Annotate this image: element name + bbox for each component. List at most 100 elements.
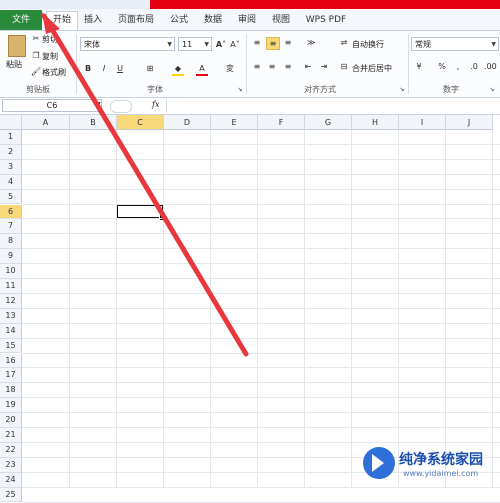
- align-top-icon[interactable]: ≡: [251, 37, 263, 48]
- font-size-select[interactable]: 11 ▼: [178, 37, 212, 51]
- wrap-text-icon[interactable]: ⇌: [338, 37, 350, 48]
- row-header-20[interactable]: 20: [0, 413, 22, 428]
- row-header-19[interactable]: 19: [0, 398, 22, 414]
- underline-button[interactable]: U: [114, 63, 126, 74]
- row-header-9[interactable]: 9: [0, 249, 22, 265]
- paste-button[interactable]: 粘贴: [6, 59, 22, 70]
- formula-tools-icon[interactable]: [110, 100, 132, 113]
- formula-input[interactable]: [166, 99, 499, 112]
- formula-bar: C6 ▼ fx: [0, 98, 500, 115]
- orientation-icon[interactable]: ≫: [305, 37, 317, 48]
- row-header-1[interactable]: 1: [0, 130, 22, 145]
- row-header-13[interactable]: 13: [0, 308, 22, 324]
- row-header-7[interactable]: 7: [0, 219, 22, 235]
- gridline: [22, 367, 500, 369]
- row-header-22[interactable]: 22: [0, 442, 22, 458]
- separator: [246, 34, 247, 94]
- row-header-6[interactable]: 6: [0, 204, 22, 220]
- column-header-e[interactable]: E: [211, 115, 258, 130]
- row-header-25[interactable]: 25: [0, 487, 22, 503]
- row-header-3[interactable]: 3: [0, 159, 22, 175]
- tab-view[interactable]: 视图: [266, 12, 296, 28]
- number-format-value: 常规: [415, 40, 431, 49]
- tab-data[interactable]: 数据: [198, 12, 228, 28]
- column-header-h[interactable]: H: [352, 115, 399, 130]
- row-header-21[interactable]: 21: [0, 428, 22, 443]
- format-painter-button[interactable]: 格式刷: [42, 67, 66, 78]
- align-right-icon[interactable]: ≡: [282, 61, 294, 72]
- tab-page-layout[interactable]: 页面布局: [112, 12, 160, 28]
- row-header-11[interactable]: 11: [0, 279, 22, 294]
- cut-button[interactable]: 剪切: [42, 34, 58, 45]
- column-header-b[interactable]: B: [70, 115, 117, 130]
- tab-review[interactable]: 审阅: [232, 12, 262, 28]
- border-icon[interactable]: ⊞: [144, 63, 156, 74]
- fill-color-icon[interactable]: ◆: [172, 63, 184, 76]
- merge-center-button[interactable]: 合并后居中: [352, 63, 392, 74]
- column-header-a[interactable]: A: [22, 115, 70, 130]
- decrease-indent-icon[interactable]: ⇤: [302, 61, 314, 72]
- copy-button[interactable]: 复制: [42, 51, 58, 62]
- chevron-down-icon: ▼: [204, 41, 209, 48]
- column-header-j[interactable]: J: [446, 115, 493, 130]
- align-middle-icon[interactable]: ≡: [266, 37, 280, 50]
- row-header-4[interactable]: 4: [0, 174, 22, 190]
- increase-decimal-icon[interactable]: .0: [468, 61, 480, 72]
- row-header-14[interactable]: 14: [0, 323, 22, 339]
- gridline: [22, 248, 500, 250]
- bold-button[interactable]: B: [82, 63, 94, 74]
- row-header-15[interactable]: 15: [0, 338, 22, 354]
- increase-indent-icon[interactable]: ⇥: [318, 61, 330, 72]
- active-cell[interactable]: [116, 203, 166, 222]
- column-header-c[interactable]: C: [117, 115, 164, 130]
- dialog-launcher-icon[interactable]: ↘: [486, 84, 498, 95]
- dialog-launcher-icon[interactable]: ↘: [396, 84, 408, 95]
- row-header-12[interactable]: 12: [0, 293, 22, 309]
- merge-center-icon[interactable]: ⊟: [338, 61, 350, 72]
- tab-home[interactable]: 开始: [46, 11, 78, 30]
- align-left-icon[interactable]: ≡: [251, 61, 263, 72]
- gridline: [22, 203, 500, 205]
- align-center-icon[interactable]: ≡: [266, 61, 278, 72]
- gridline: [22, 173, 500, 175]
- row-header-18[interactable]: 18: [0, 383, 22, 399]
- row-header-16[interactable]: 16: [0, 353, 22, 369]
- row-header-24[interactable]: 24: [0, 472, 22, 488]
- column-header-d[interactable]: D: [164, 115, 211, 130]
- row-header-10[interactable]: 10: [0, 264, 22, 279]
- phonetic-icon[interactable]: 変: [224, 63, 236, 74]
- font-family-select[interactable]: 宋体 ▼: [80, 37, 175, 51]
- dialog-launcher-icon[interactable]: ↘: [234, 84, 246, 95]
- row-header-5[interactable]: 5: [0, 189, 22, 205]
- gridline: [22, 307, 500, 309]
- decrease-decimal-icon[interactable]: .00: [484, 61, 497, 72]
- comma-button[interactable]: ,: [452, 61, 464, 72]
- row-header-17[interactable]: 17: [0, 368, 22, 384]
- tab-insert[interactable]: 插入: [80, 12, 106, 28]
- fx-button[interactable]: fx: [152, 100, 159, 109]
- chevron-down-icon[interactable]: ▼: [96, 101, 101, 108]
- tab-file[interactable]: 文件: [0, 10, 42, 30]
- percent-button[interactable]: %: [436, 61, 448, 72]
- paste-icon[interactable]: [8, 35, 26, 57]
- column-header-g[interactable]: G: [305, 115, 352, 130]
- column-header-i[interactable]: I: [399, 115, 446, 130]
- number-format-select[interactable]: 常规 ▼: [411, 37, 499, 51]
- tab-formulas[interactable]: 公式: [164, 12, 194, 28]
- row-header-8[interactable]: 8: [0, 234, 22, 250]
- font-color-icon[interactable]: A: [196, 63, 208, 76]
- currency-icon[interactable]: ¥: [413, 61, 425, 72]
- name-box[interactable]: C6: [2, 99, 102, 112]
- column-header-f[interactable]: F: [258, 115, 305, 130]
- gridline: [22, 143, 500, 145]
- row-header-23[interactable]: 23: [0, 457, 22, 473]
- italic-button[interactable]: I: [98, 63, 110, 74]
- align-bottom-icon[interactable]: ≡: [282, 37, 294, 48]
- select-all-corner[interactable]: [0, 115, 22, 130]
- grow-font-icon[interactable]: A˄: [215, 39, 227, 50]
- tab-wps-pdf[interactable]: WPS PDF: [302, 12, 350, 28]
- row-header-2[interactable]: 2: [0, 144, 22, 160]
- wrap-text-button[interactable]: 自动换行: [352, 39, 384, 50]
- shrink-font-icon[interactable]: A˅: [229, 39, 241, 50]
- gridline: [22, 352, 500, 354]
